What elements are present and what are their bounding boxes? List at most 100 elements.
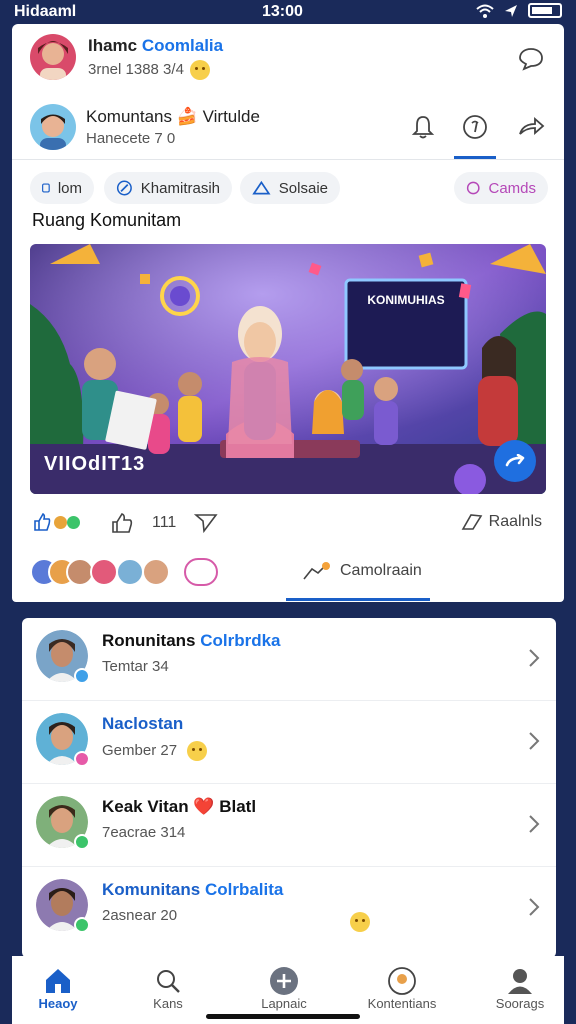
community-item-title: Keak Vitan ❤️ Blatl — [102, 797, 256, 817]
save-label: Raalnls — [488, 513, 542, 530]
community-item-avatar — [36, 879, 90, 933]
carrier-label: Hidaaml — [14, 3, 77, 20]
comment-tab-indicator — [286, 598, 430, 601]
at-icon[interactable] — [460, 112, 490, 142]
community-item-subtitle: Gember 27 — [102, 741, 208, 761]
edit-icon — [116, 180, 132, 196]
chip-camds[interactable]: Camds — [454, 172, 548, 204]
list-item[interactable]: Ronunitans Colrbrdka Temtar 34 — [22, 618, 556, 701]
comment-label: Camolraain — [340, 562, 422, 579]
status-bar: Hidaaml 13:00 — [0, 0, 576, 24]
tab-profile[interactable]: Soorags — [470, 966, 570, 1011]
community-item-subtitle: 7eacrae 314 — [102, 824, 185, 841]
chip-label: Solsaie — [278, 179, 328, 197]
community-item-avatar — [36, 713, 90, 767]
smiley-emoji-icon — [187, 741, 208, 761]
reactor-avatar — [90, 558, 118, 586]
chip-label: Camds — [488, 179, 536, 197]
like-reactions-button[interactable] — [32, 512, 80, 532]
community-list: Ronunitans Colrbrdka Temtar 34 Naclostan… — [22, 618, 556, 958]
like-count: 111 — [152, 514, 177, 531]
reaction-dot-icon — [67, 515, 80, 529]
square-icon — [42, 183, 50, 193]
battery-icon — [528, 3, 562, 18]
community-item-subtitle-text: 2asnear 20 — [102, 907, 178, 924]
community-item-title-plain: Naclostan — [102, 714, 184, 733]
community-title[interactable]: Komuntans 🍰 Virtulde — [86, 107, 260, 127]
profile-icon — [470, 966, 570, 996]
community-item-avatar — [36, 630, 90, 684]
home-indicator — [206, 1014, 360, 1019]
community-item-subtitle-text: Temtar 34 — [102, 658, 169, 675]
comment-button[interactable]: Camolraain — [302, 560, 422, 582]
author-avatar[interactable] — [30, 34, 76, 80]
post-meta: 3rnel 1388 3/4 — [88, 60, 210, 80]
header-divider — [12, 159, 564, 160]
community-meta: Hanecete 7 0 — [86, 130, 176, 147]
post-meta-text: 3rnel 1388 3/4 — [88, 60, 184, 78]
chip-label: Khamitrasih — [140, 179, 220, 197]
community-avatar[interactable] — [30, 104, 76, 150]
author-name[interactable]: Ihamc Coomlalia — [88, 36, 223, 56]
author-name-highlight: Coomlalia — [141, 36, 224, 55]
tab-search[interactable]: Kans — [118, 966, 218, 1011]
like-button[interactable] — [110, 512, 134, 534]
community-item-title-highlight: Colrbalita — [204, 880, 284, 899]
community-item-title: Ronunitans Colrbrdka — [102, 631, 281, 651]
post-actions: 111 Raalnls — [30, 510, 546, 540]
tab-label: Heaoy — [38, 996, 78, 1011]
list-item[interactable]: Naclostan Gember 27 — [22, 701, 556, 784]
verified-badge-icon — [74, 834, 90, 850]
verified-badge-icon — [74, 668, 90, 684]
share-arrow-icon[interactable] — [494, 440, 536, 482]
reactor-avatar — [142, 558, 170, 586]
send-button[interactable] — [194, 512, 218, 534]
hero-label: VIIOdIT13 — [44, 453, 146, 475]
section-title: Ruang Komunitam — [32, 210, 182, 230]
tab-label: Kans — [153, 996, 183, 1011]
smiley-emoji-icon — [350, 912, 370, 932]
chevron-right-icon[interactable] — [528, 648, 540, 668]
reactor-avatar — [116, 558, 144, 586]
community-item-subtitle-text: 7eacrae 314 — [102, 824, 186, 841]
clock: 13:00 — [262, 3, 303, 20]
feed-card: Ihamc Coomlalia 3rnel 1388 3/4 Komuntans… — [12, 24, 564, 602]
save-button[interactable]: Raalnls — [461, 512, 542, 532]
chip-label: lom — [57, 179, 82, 197]
community-item-title: Naclostan — [102, 714, 183, 734]
tag-icon — [252, 180, 271, 195]
ring-icon — [466, 181, 480, 195]
search-icon — [118, 966, 218, 996]
chevron-right-icon[interactable] — [528, 814, 540, 834]
verified-badge-icon — [74, 751, 90, 767]
list-item[interactable]: Komunitans Colrbalita 2asnear 20 — [22, 867, 556, 950]
thumbs-up-outline-icon — [112, 513, 133, 533]
more-reactions-icon — [184, 558, 218, 586]
send-icon — [194, 514, 218, 534]
thumbs-up-icon — [34, 512, 51, 531]
community-item-title-plain: Ronunitans — [102, 631, 201, 650]
community-item-subtitle-text: Gember 27 — [102, 741, 178, 759]
bookmark-icon — [461, 514, 482, 530]
community-item-title-plain: Keak Vitan ❤️ Blatl — [102, 797, 257, 816]
community-item-avatar — [36, 796, 90, 850]
bell-icon[interactable] — [408, 112, 438, 142]
chat-bubble-icon[interactable] — [516, 44, 546, 74]
hero-image[interactable]: KONIMUHIAS VIIOdIT13 — [30, 244, 546, 494]
chevron-right-icon[interactable] — [528, 731, 540, 751]
chip-lom[interactable]: lom — [30, 172, 94, 204]
share-icon[interactable] — [516, 112, 546, 142]
tab-community[interactable]: Kontentians — [352, 966, 452, 1011]
list-item[interactable]: Keak Vitan ❤️ Blatl 7eacrae 314 — [22, 784, 556, 867]
chip-solsaie[interactable]: Solsaie — [240, 172, 340, 204]
tab-label: Soorags — [495, 996, 545, 1011]
wifi-icon — [476, 4, 494, 18]
chevron-right-icon[interactable] — [528, 897, 540, 917]
verified-badge-icon — [74, 917, 90, 933]
location-icon — [505, 4, 517, 17]
community-item-title: Komunitans Colrbalita — [102, 880, 283, 900]
chip-khamitrasih[interactable]: Khamitrasih — [104, 172, 232, 204]
tab-create[interactable]: Lapnaic — [234, 966, 334, 1011]
tab-home[interactable]: Heaoy — [8, 966, 108, 1011]
reaction-dot-icon — [54, 515, 67, 529]
